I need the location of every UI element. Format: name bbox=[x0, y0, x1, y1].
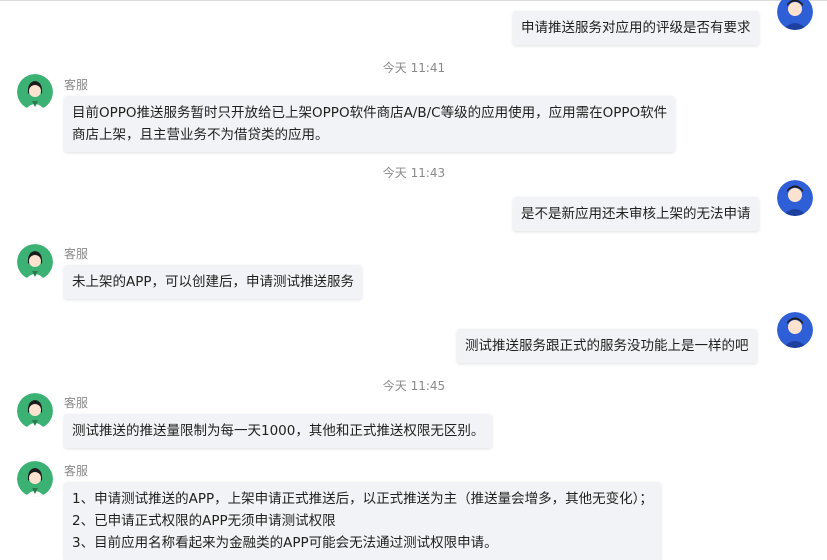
agent-name: 客服 bbox=[64, 247, 89, 261]
agent-avatar-icon bbox=[17, 244, 53, 280]
user-avatar-icon bbox=[777, 312, 813, 348]
agent-message-3: 测试推送的推送量限制为每一天1000，其他和正式推送权限无区别。 bbox=[64, 414, 493, 448]
user-message-1: 申请推送服务对应用的评级是否有要求 bbox=[513, 11, 759, 45]
agent-message-4: 1、申请测试推送的APP，上架申请正式推送后，以正式推送为主（推送量会增多，其他… bbox=[64, 482, 661, 560]
agent-avatar-icon bbox=[17, 461, 53, 497]
agent-message-1: 目前OPPO推送服务暂时只开放给已上架OPPO软件商店A/B/C等级的应用使用，… bbox=[64, 96, 676, 152]
agent-name: 客服 bbox=[64, 78, 89, 92]
user-avatar-icon bbox=[777, 0, 813, 30]
agent-avatar-icon bbox=[17, 74, 53, 110]
agent-name: 客服 bbox=[64, 396, 89, 410]
agent-avatar-icon bbox=[17, 393, 53, 429]
user-avatar-icon bbox=[777, 180, 813, 216]
agent-name: 客服 bbox=[64, 464, 89, 478]
top-divider bbox=[0, 0, 827, 1]
agent-message-2: 未上架的APP，可以创建后，申请测试推送服务 bbox=[64, 265, 363, 299]
user-message-3: 测试推送服务跟正式的服务没功能上是一样的吧 bbox=[457, 329, 757, 363]
user-message-2: 是不是新应用还未审核上架的无法申请 bbox=[513, 197, 759, 231]
timestamp-2: 今天 11:43 bbox=[382, 166, 446, 180]
timestamp-3: 今天 11:45 bbox=[382, 379, 446, 393]
timestamp-1: 今天 11:41 bbox=[382, 61, 446, 75]
